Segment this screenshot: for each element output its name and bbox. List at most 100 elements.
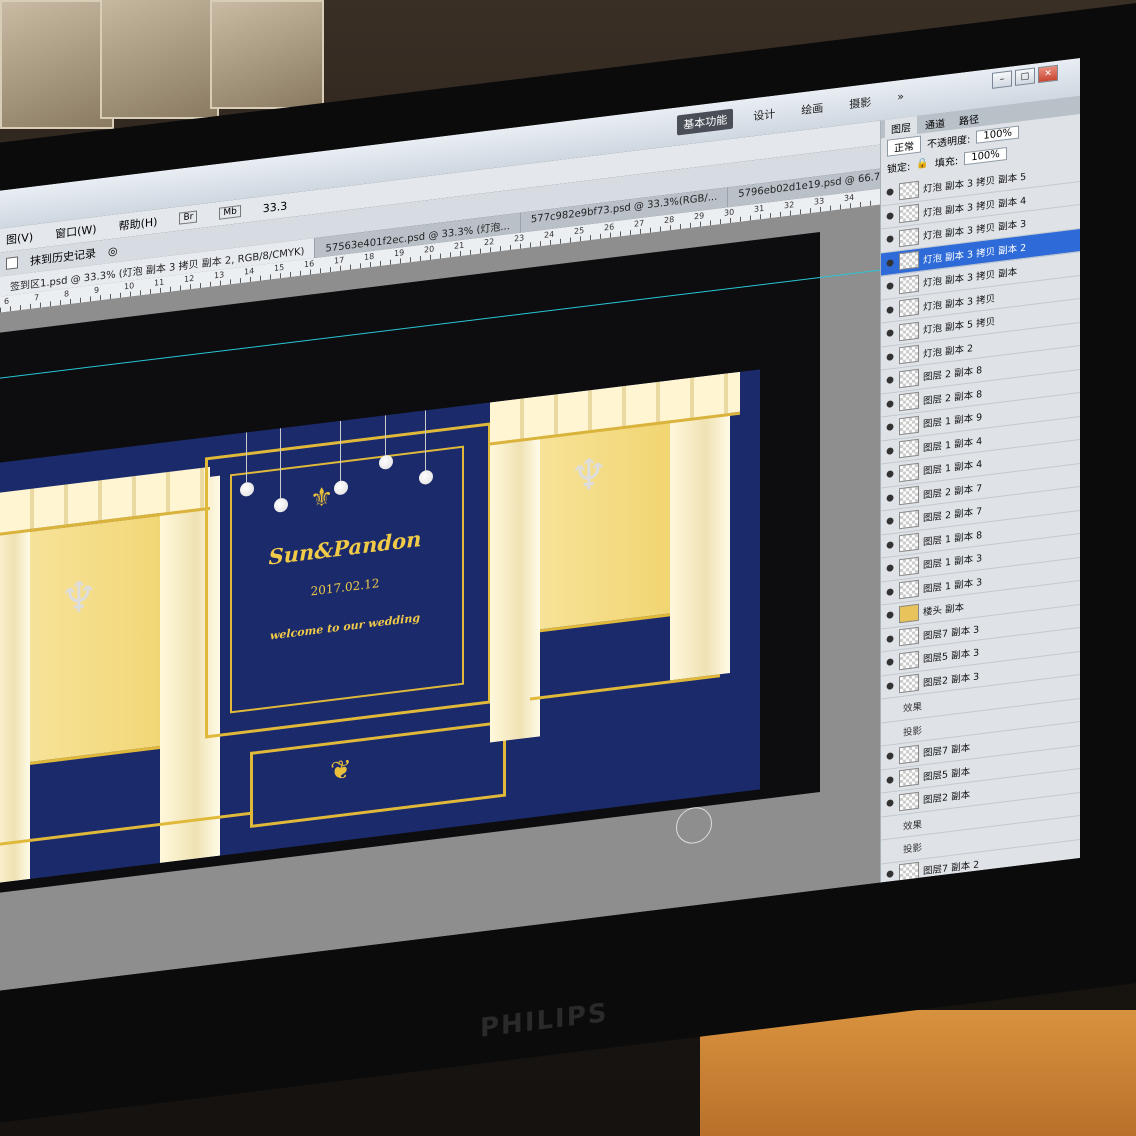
app-blue-icon[interactable]: ◆ [600, 950, 634, 987]
visibility-eye-icon[interactable]: ● [885, 469, 895, 480]
excel-icon[interactable]: X [450, 969, 484, 991]
photo-icon[interactable]: ◐ [400, 975, 434, 991]
visibility-eye-icon[interactable]: ● [885, 234, 895, 245]
ruler-tick-label: 29 [694, 211, 705, 222]
layer-thumbnail [899, 627, 919, 647]
ruler-tick-label: 20 [424, 244, 435, 255]
wechat-icon[interactable]: ✉ [650, 944, 684, 981]
workspace-more-button[interactable]: » [891, 87, 910, 109]
layer-thumbnail [899, 533, 919, 553]
visibility-eye-icon[interactable]: ● [885, 351, 895, 363]
layer-thumbnail [899, 862, 919, 882]
visibility-eye-icon[interactable]: ● [885, 281, 895, 292]
layer-name: 投影 [903, 725, 923, 739]
ruler-tick-label: 30 [724, 207, 735, 218]
ruler-tick-label: 25 [574, 225, 585, 237]
fill-label: 填充: [934, 155, 959, 170]
opacity-input[interactable]: 100% [976, 125, 1019, 144]
visibility-eye-icon[interactable]: ● [885, 774, 895, 786]
desk [700, 1010, 1136, 1136]
layer-thumbnail [899, 274, 919, 294]
history-checkbox[interactable] [6, 256, 18, 270]
bottom-ornament-icon: ❦ [330, 754, 352, 788]
visibility-eye-icon[interactable]: ● [885, 516, 895, 527]
layer-name: 图层 1 副本 3 [923, 576, 983, 596]
chrome-icon[interactable] [300, 987, 334, 991]
visibility-eye-icon[interactable]: ● [885, 375, 895, 386]
wedding-backdrop-design[interactable]: ♆ ⚜ Sun&Pandon 2017.02.12 welcome to our… [0, 369, 760, 883]
illustrator-taskbar-button[interactable]: Ai [550, 956, 584, 991]
layer-name: 图层 2 副本 8 [923, 388, 983, 408]
folder-icon [899, 603, 919, 623]
bridge-icon[interactable]: Br [179, 210, 198, 225]
visibility-eye-icon[interactable]: ● [885, 751, 895, 762]
layer-thumbnail [899, 415, 919, 435]
right-curtain [490, 396, 540, 743]
ruler-tick-label: 23 [514, 233, 525, 244]
blend-mode-select[interactable]: 正常 [887, 135, 921, 157]
workspace-photography[interactable]: 摄影 [843, 91, 877, 115]
layer-name: 灯泡 副本 5 拷贝 [923, 316, 996, 337]
layer-name: 图层 2 副本 8 [923, 365, 983, 384]
visibility-eye-icon[interactable]: ● [885, 657, 895, 668]
ruler-tick-label: 9 [94, 285, 100, 296]
layer-name: 效果 [903, 701, 923, 716]
right-yellow-panel [530, 408, 686, 634]
visibility-eye-icon[interactable]: ● [885, 868, 895, 880]
workspace-painting[interactable]: 绘画 [795, 97, 829, 121]
canvas-workarea[interactable]: ♆ ⚜ Sun&Pandon 2017.02.12 welcome to our… [0, 204, 880, 991]
layer-thumbnail [899, 180, 919, 200]
pressure-icon[interactable]: ◎ [108, 244, 118, 258]
ruler-tick-label: 12 [184, 273, 195, 285]
visibility-eye-icon[interactable]: ● [885, 328, 895, 339]
maximize-button[interactable]: □ [1015, 67, 1035, 87]
visibility-eye-icon[interactable]: ● [885, 539, 895, 551]
workspace-design[interactable]: 设计 [747, 103, 781, 127]
ruler-tick-label: 18 [364, 251, 375, 262]
visibility-eye-icon[interactable]: ● [885, 563, 895, 574]
visibility-eye-icon[interactable]: ● [885, 422, 895, 433]
visibility-eye-icon[interactable]: ● [885, 445, 895, 457]
layer-name: 图层 1 副本 3 [923, 553, 983, 572]
powerpoint-icon[interactable]: P [500, 963, 534, 991]
left-curtain [0, 498, 30, 883]
bulb-wire [425, 410, 426, 471]
visibility-eye-icon[interactable]: ● [885, 798, 895, 809]
layer-thumbnail [899, 368, 919, 388]
layer-name: 效果 [903, 819, 923, 833]
visibility-eye-icon[interactable]: ● [885, 680, 895, 692]
ruler-tick-label: 16 [304, 259, 315, 270]
minimize-button[interactable]: – [992, 70, 1012, 89]
ruler-tick-label: 32 [784, 200, 795, 211]
ruler-tick-label: 24 [544, 229, 555, 240]
visibility-eye-icon[interactable]: ● [885, 187, 895, 198]
document-canvas[interactable]: ♆ ⚜ Sun&Pandon 2017.02.12 welcome to our… [0, 231, 880, 893]
ruler-tick-label: 28 [664, 214, 675, 226]
visibility-eye-icon[interactable]: ● [885, 492, 895, 504]
layer-name: 图层7 副本 [923, 742, 971, 760]
close-button[interactable]: ✕ [1038, 64, 1058, 84]
lock-icon[interactable]: 🔒 [916, 157, 928, 170]
ruler-tick-label: 6 [4, 296, 10, 307]
fill-input[interactable]: 100% [964, 146, 1007, 165]
folder-icon[interactable]: ▭ [350, 981, 384, 991]
menu-help[interactable]: 帮助(H) [119, 213, 158, 234]
visibility-eye-icon[interactable]: ● [885, 633, 895, 645]
visibility-eye-icon[interactable]: ● [885, 304, 895, 316]
zoom-level[interactable]: 33.3 [263, 199, 288, 215]
input-language[interactable]: EN [880, 887, 892, 899]
minibridge-icon[interactable]: Mb [219, 205, 241, 220]
ruler-tick-label: 21 [454, 240, 465, 251]
visibility-eye-icon[interactable]: ● [885, 257, 895, 269]
lock-label: 锁定: [887, 161, 911, 176]
menu-view[interactable]: 图(V) [6, 229, 33, 248]
layer-thumbnail [899, 768, 919, 788]
visibility-eye-icon[interactable]: ● [885, 610, 895, 621]
visibility-eye-icon[interactable]: ● [885, 210, 895, 222]
ruler-tick-label: 15 [274, 262, 285, 273]
menu-window[interactable]: 窗口(W) [55, 221, 96, 242]
chandelier-icon: ♆ [60, 570, 98, 625]
workspace-essentials[interactable]: 基本功能 [677, 108, 734, 136]
visibility-eye-icon[interactable]: ● [885, 398, 895, 410]
visibility-eye-icon[interactable]: ● [885, 586, 895, 598]
